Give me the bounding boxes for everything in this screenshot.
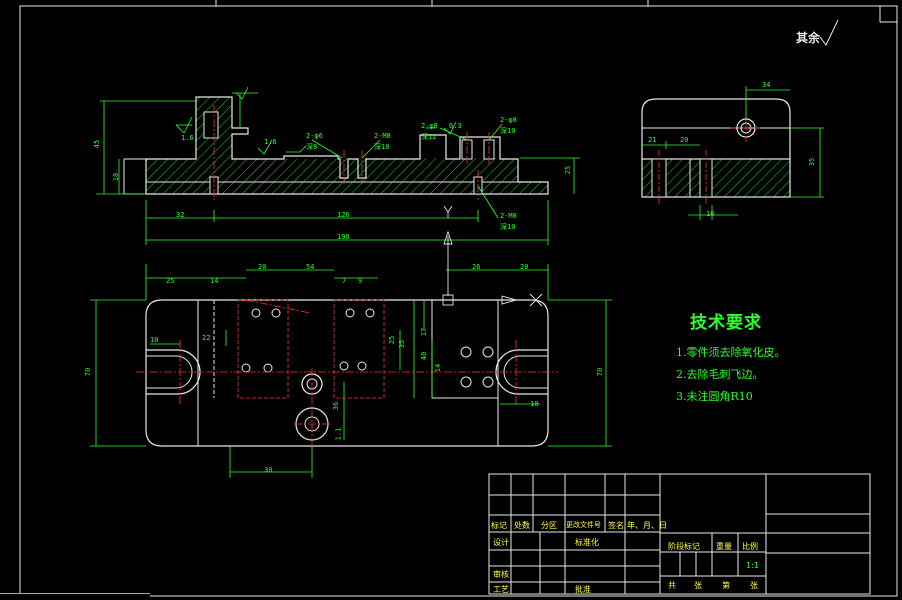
roughness-label: 其余 [796, 31, 821, 45]
roughness-symbol [819, 19, 839, 46]
dim-label: 21 [648, 136, 657, 144]
notes-title: 技术要求 [690, 313, 762, 333]
dim-label: 34 [762, 81, 771, 89]
tb-header: 分区 [541, 521, 557, 530]
dim-label: 9 [358, 277, 363, 285]
dim-label: 2-φ8 [500, 116, 517, 124]
dim-label: 2-M8 [374, 132, 391, 140]
drawing-frame [19, 5, 898, 597]
dim-label: 深10 [500, 223, 516, 231]
tb-scale-value: 1:1 [746, 561, 759, 570]
tb-sheet: 张 [750, 581, 758, 590]
tb-standard: 标准化 [575, 538, 599, 547]
dim-label: 2-φ6 [306, 132, 323, 140]
dim-label: 25 [388, 335, 397, 345]
dim-label: 32 [176, 211, 185, 219]
dim-label: 36 [332, 401, 341, 411]
side-dimensions [642, 86, 824, 220]
tb-design: 设计 [493, 538, 509, 547]
dim-label: 30 [264, 466, 273, 474]
dim-label: 6.3 [449, 122, 462, 130]
tb-sheet: 张 [694, 581, 702, 590]
tb-header: 更改文件号 [566, 521, 601, 529]
tb-scale: 比例 [742, 542, 758, 551]
dim-label: 10 [530, 400, 539, 408]
dim-label: 7 [342, 277, 347, 285]
tb-weight: 重量 [716, 542, 732, 551]
dim-label: 1.6 [264, 138, 277, 146]
tb-sheet: 第 [722, 581, 730, 590]
tb-approve: 批准 [575, 585, 591, 594]
dim-label: 1.6 [181, 134, 194, 142]
tb-review: 审核 [493, 570, 509, 579]
dim-label: 70 [596, 367, 605, 377]
note-item: 1.零件须去除氧化皮。 [676, 346, 786, 359]
cad-drawing [19, 0, 898, 597]
dim-label: 1.1 [334, 427, 343, 441]
dim-label: 35 [398, 339, 407, 349]
note-item: 2.去除毛刺飞边。 [676, 368, 764, 381]
dim-label: 17 [420, 327, 429, 337]
dim-label: 20 [258, 263, 267, 271]
side-section-view [641, 98, 791, 205]
dim-label: 22 [202, 334, 211, 342]
tb-stage: 阶段标记 [668, 542, 700, 551]
dim-label: 26 [472, 263, 481, 271]
dim-label: 深8 [306, 143, 318, 151]
note-item: 3.未注圆角R10 [676, 390, 753, 403]
dim-label: 20 [520, 263, 529, 271]
dim-label: 40 [420, 351, 429, 361]
dim-label: 25 [564, 165, 573, 175]
dim-label: 35 [808, 157, 817, 167]
dim-label: 深10 [500, 127, 516, 135]
dim-label: 54 [306, 263, 315, 271]
dim-label: 70 [84, 367, 93, 377]
dim-label: 10 [150, 336, 159, 344]
dim-label: 14 [210, 277, 219, 285]
dim-label: 18 [112, 172, 121, 182]
dim-label: 126 [337, 211, 350, 219]
dim-label: 20 [680, 136, 689, 144]
ucs-icon [442, 205, 543, 307]
dim-label: 2-M8 [500, 212, 517, 220]
dim-label: 2-φ8 [421, 122, 438, 130]
dim-label: 深10 [374, 143, 390, 151]
dim-label: 190 [337, 233, 350, 241]
front-section-view [123, 96, 549, 200]
title-block [488, 473, 871, 595]
tb-header: 年、月、日 [627, 521, 667, 530]
dim-label: 45 [93, 139, 102, 149]
plan-view [136, 299, 558, 447]
tb-sheet: 共 [668, 581, 676, 590]
tb-process: 工艺 [493, 585, 509, 594]
tb-header: 处数 [514, 521, 530, 530]
dim-label: 14 [434, 363, 443, 373]
tb-header: 标记 [491, 521, 507, 530]
dim-label: 10 [706, 210, 715, 218]
dim-label: 25 [166, 277, 175, 285]
dim-label: 深12 [421, 133, 437, 141]
tb-header: 签名 [608, 521, 624, 530]
